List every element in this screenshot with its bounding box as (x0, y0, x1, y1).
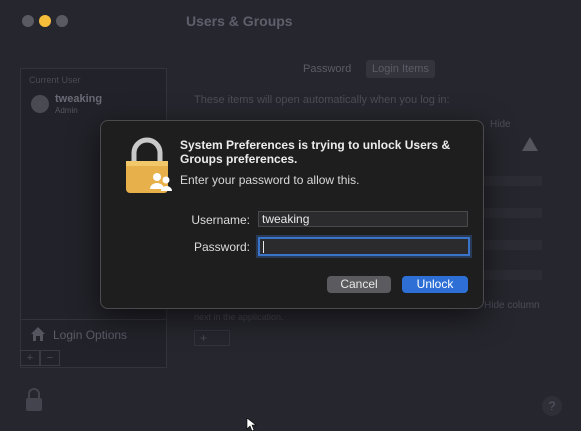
sidebar-buttons: + − (20, 350, 62, 366)
list-item (484, 176, 542, 186)
password-field[interactable] (258, 237, 470, 256)
user-name: tweaking (55, 93, 103, 105)
window-title: Users & Groups (186, 13, 293, 29)
sidebar-item-login-options[interactable]: Login Options (29, 325, 159, 345)
login-options-label: Login Options (53, 328, 128, 342)
add-login-item-button[interactable]: + (194, 330, 230, 346)
user-role: Admin (55, 106, 78, 115)
next-app-note: next in the application. (194, 312, 284, 322)
dialog-subtitle: Enter your password to allow this. (180, 173, 360, 187)
help-button[interactable]: ? (542, 396, 562, 416)
cancel-button[interactable]: Cancel (327, 276, 391, 293)
sidebar-header: Current User (29, 75, 81, 85)
hide-column-note: Hide column (484, 300, 540, 311)
warning-icon (522, 137, 538, 151)
title-bar: Users & Groups (0, 0, 581, 42)
tab-password[interactable]: Password (303, 60, 351, 78)
dialog-title: System Preferences is trying to unlock U… (180, 138, 451, 166)
username-field[interactable]: tweaking (258, 211, 468, 227)
close-window-button[interactable] (22, 15, 34, 27)
lock-users-icon (126, 137, 172, 193)
sidebar-item-user[interactable]: tweaking Admin (27, 93, 161, 117)
unlock-button[interactable]: Unlock (402, 276, 468, 293)
password-label: Password: (193, 240, 250, 254)
remove-user-button[interactable]: − (40, 350, 60, 366)
list-item (484, 208, 542, 218)
add-user-button[interactable]: + (20, 350, 40, 366)
unlock-dialog: System Preferences is trying to unlock U… (100, 120, 484, 309)
hide-column-header: Hide (490, 119, 511, 130)
username-label: Username: (191, 213, 250, 227)
tab-login-items[interactable]: Login Items (366, 60, 435, 78)
list-item (484, 240, 542, 250)
house-icon (31, 327, 45, 341)
login-items-description: These items will open automatically when… (194, 94, 450, 106)
minimize-window-button[interactable] (39, 15, 51, 27)
lock-icon[interactable] (25, 388, 43, 412)
avatar (31, 95, 49, 113)
mouse-pointer-icon (246, 418, 257, 431)
text-caret (263, 241, 264, 253)
list-item (484, 270, 542, 280)
sidebar-divider (21, 319, 166, 320)
zoom-window-button[interactable] (56, 15, 68, 27)
